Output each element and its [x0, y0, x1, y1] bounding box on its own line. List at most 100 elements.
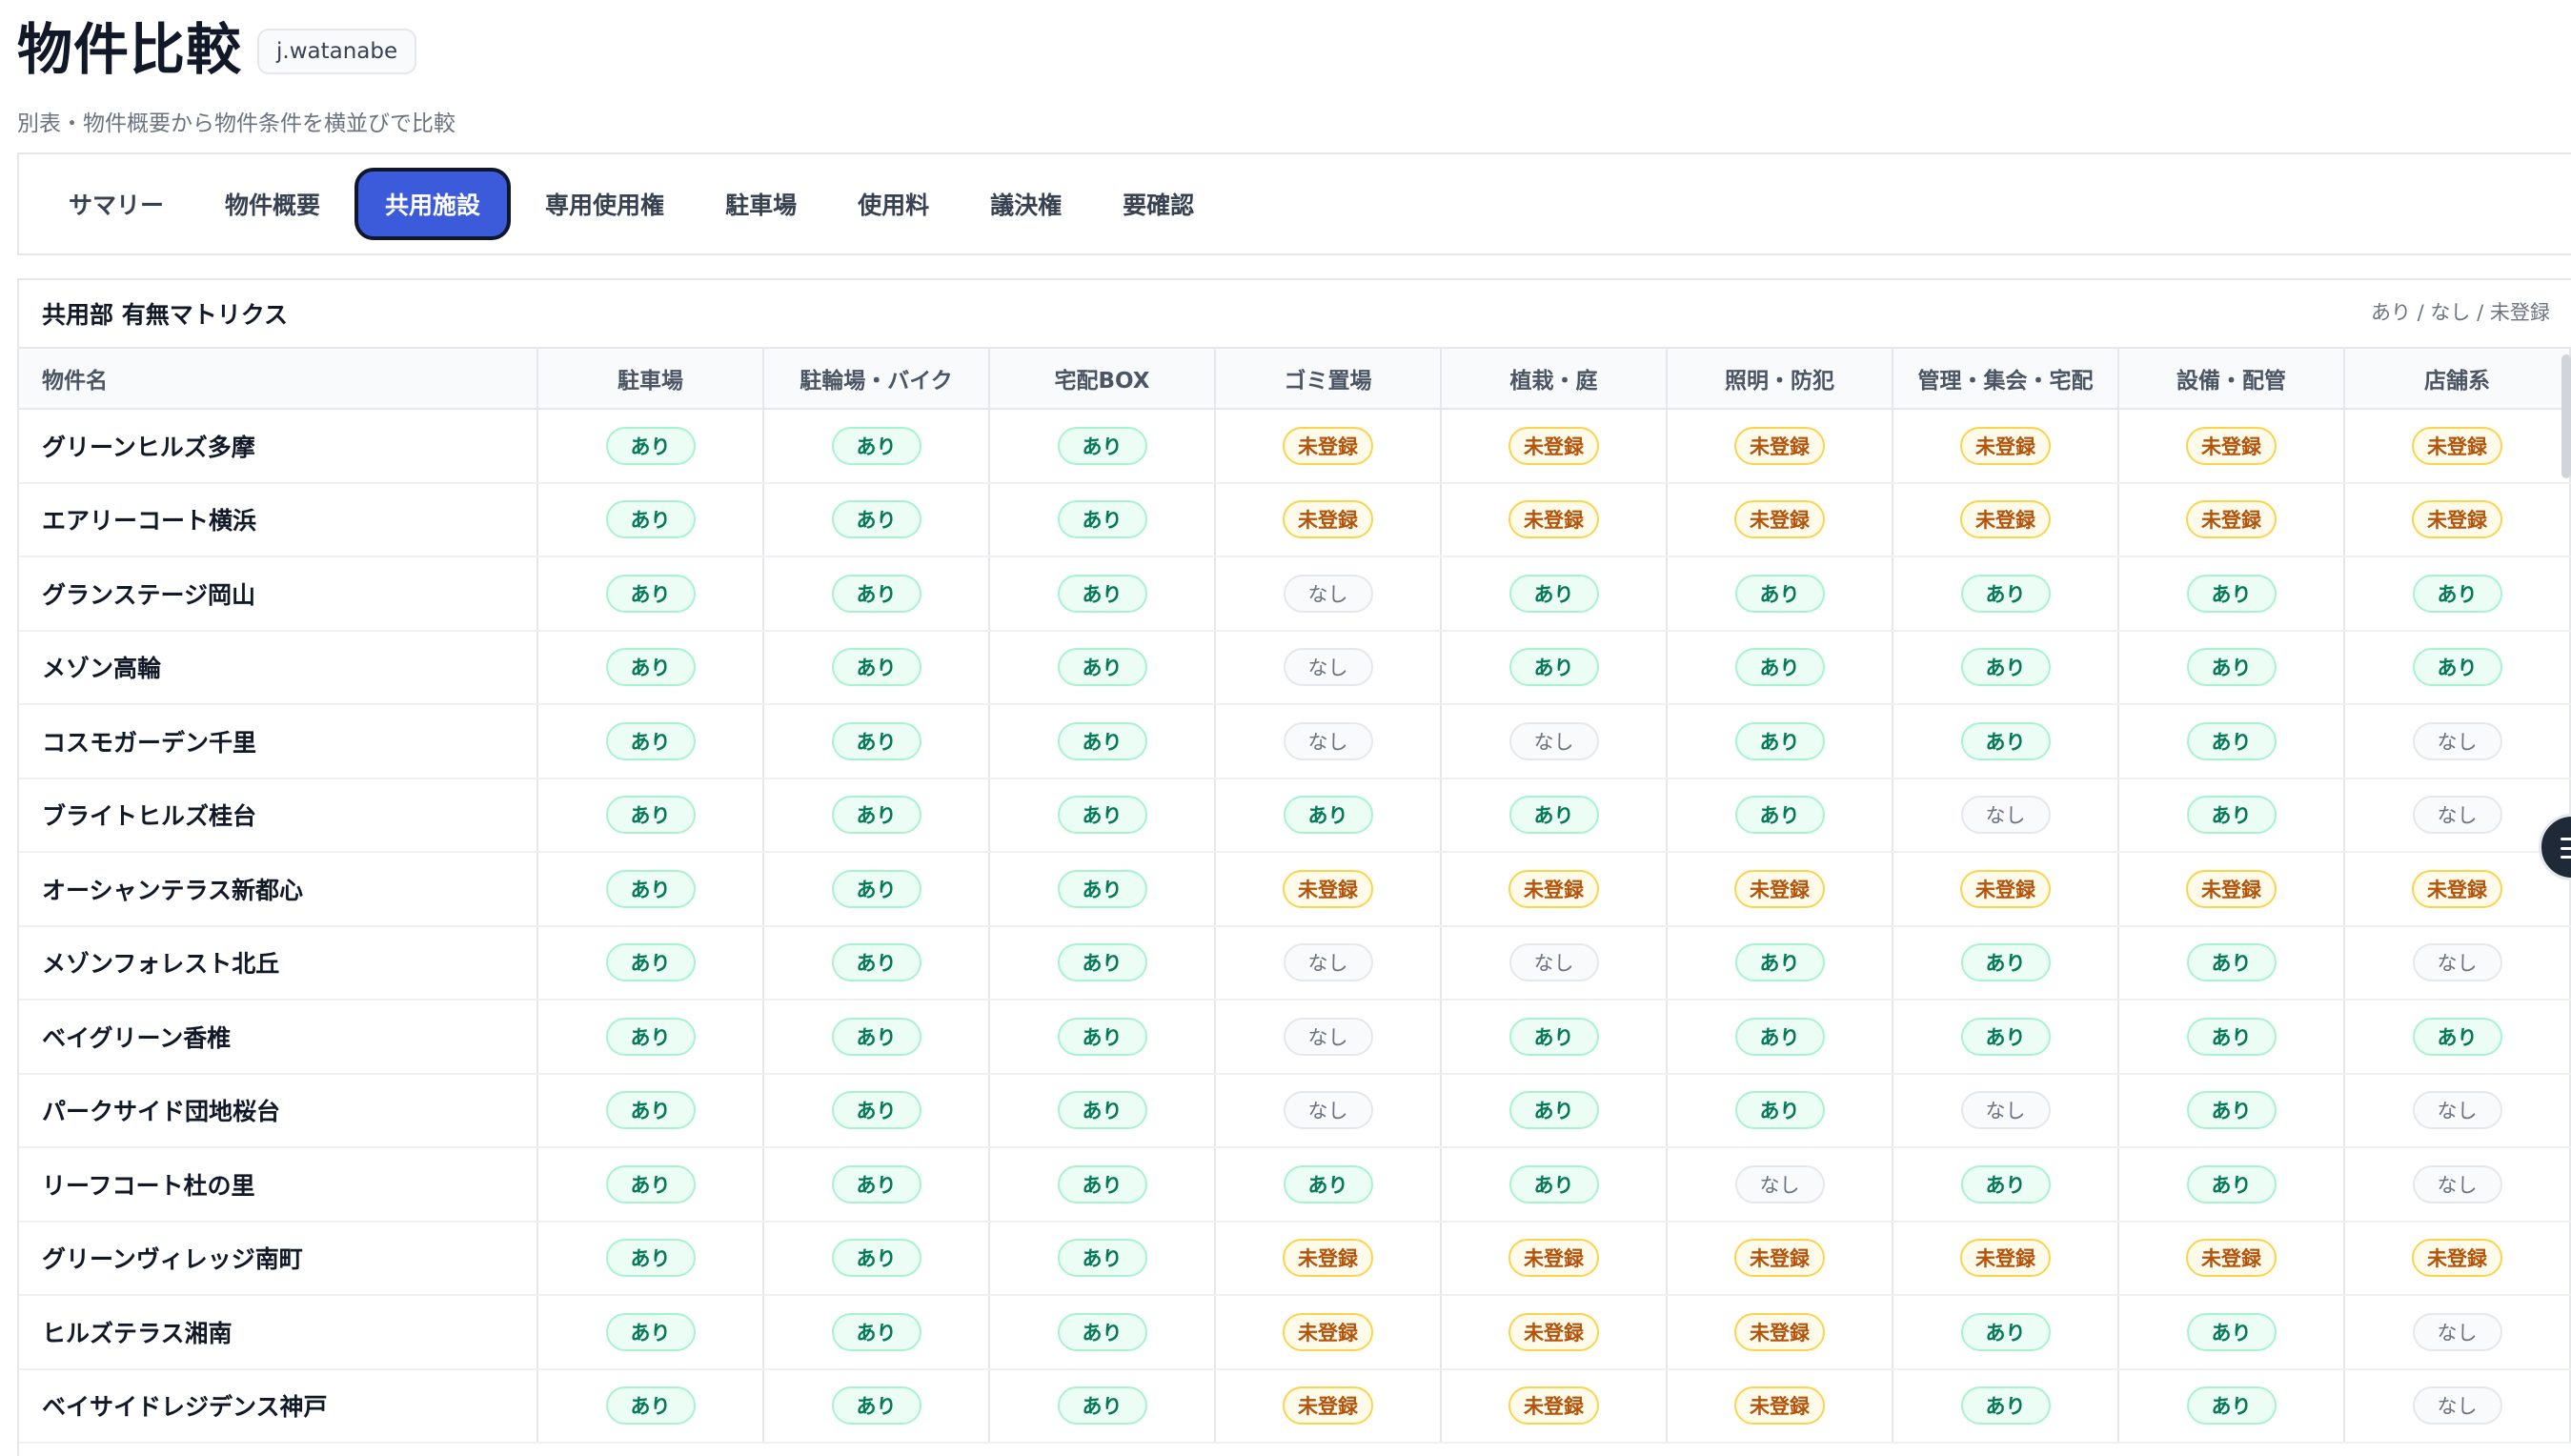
matrix-cell: 未登録 [1441, 1295, 1668, 1370]
status-badge: 未登録 [1283, 1239, 1373, 1278]
status-badge: なし [1283, 943, 1373, 982]
table-row[interactable]: ベイサイドレジデンス神戸 あり あり あり 未登録 未登録 未登録 あり あり なし [19, 1368, 2571, 1444]
column-header-parking[interactable]: 駐車場 [537, 347, 764, 410]
status-badge: 未登録 [2186, 426, 2277, 465]
matrix-cell: あり [989, 778, 1216, 853]
matrix-cell: あり [2344, 630, 2571, 705]
status-badge: あり [2186, 648, 2277, 687]
column-header-property-name[interactable]: 物件名 [19, 347, 538, 410]
matrix-legend: あり / なし / 未登録 [2371, 301, 2550, 324]
matrix-cell: あり [1441, 1147, 1668, 1223]
column-header-delivery-box[interactable]: 宅配BOX [989, 347, 1216, 410]
table-row[interactable]: ヒルズテラス湘南 あり あり あり 未登録 未登録 未登録 あり あり なし [19, 1295, 2571, 1370]
matrix-cell: あり [537, 1073, 764, 1148]
column-header-management[interactable]: 管理・集会・宅配 [1893, 347, 2119, 410]
status-badge: あり [1057, 943, 1147, 982]
tab-usage-fees[interactable]: 使用料 [831, 168, 956, 240]
matrix-cell: 未登録 [1667, 1295, 1893, 1370]
facility-matrix-table: 物件名 駐車場 駐輪場・バイク 宅配BOX ゴミ置場 植栽・庭 照明・防犯 管理… [19, 347, 2571, 1444]
status-badge: なし [1960, 796, 2051, 835]
status-badge: 未登録 [2412, 869, 2502, 908]
table-row[interactable]: グリーンヴィレッジ南町 あり あり あり 未登録 未登録 未登録 未登録 未登録 未登録 [19, 1221, 2571, 1296]
table-row[interactable]: リーフコート杜の里 あり あり あり あり あり なし あり あり なし [19, 1147, 2571, 1223]
table-row[interactable]: メゾンフォレスト北丘 あり あり あり なし なし あり あり あり なし [19, 925, 2571, 1001]
status-badge: なし [2412, 1312, 2502, 1351]
matrix-cell: あり [1441, 556, 1668, 632]
matrix-cell: あり [537, 1368, 764, 1444]
matrix-cell: 未登録 [1667, 482, 1893, 557]
property-name-cell: オーシャンテラス新都心 [19, 852, 538, 927]
matrix-cell: あり [537, 630, 764, 705]
tab-exclusive-use[interactable]: 専用使用権 [518, 168, 691, 240]
column-header-equipment[interactable]: 設備・配管 [2118, 347, 2345, 410]
matrix-cell: あり [1667, 704, 1893, 779]
status-badge: あり [605, 648, 696, 687]
matrix-cell: あり [537, 1295, 764, 1370]
tab-voting-rights[interactable]: 議決権 [963, 168, 1088, 240]
column-header-bicycle-bike[interactable]: 駐輪場・バイク [763, 347, 990, 410]
status-badge: なし [2412, 721, 2502, 760]
matrix-cell: あり [1215, 1147, 1442, 1223]
table-row[interactable]: メゾン高輪 あり あり あり なし あり あり あり あり あり [19, 630, 2571, 705]
status-badge: あり [2186, 1091, 2277, 1130]
status-badge: 未登録 [1508, 1312, 1599, 1351]
table-row[interactable]: ブライトヒルズ桂台 あり あり あり あり あり あり なし あり なし [19, 778, 2571, 853]
status-badge: あり [605, 1164, 696, 1203]
vertical-scrollbar[interactable] [2561, 354, 2571, 478]
table-row[interactable]: グランステージ岡山 あり あり あり なし あり あり あり あり あり [19, 556, 2571, 632]
status-badge: 未登録 [1508, 1239, 1599, 1278]
status-badge: あり [2412, 1017, 2502, 1056]
matrix-cell: あり [1893, 1295, 2119, 1370]
table-row[interactable]: パークサイド団地桜台 あり あり あり なし あり あり なし あり なし [19, 1073, 2571, 1148]
matrix-cell: 未登録 [1441, 1368, 1668, 1444]
matrix-cell: あり [1893, 1368, 2119, 1444]
matrix-cell: あり [1667, 1073, 1893, 1148]
status-badge: あり [2186, 1386, 2277, 1426]
table-row[interactable]: コスモガーデン千里 あり あり あり なし なし あり あり あり なし [19, 704, 2571, 779]
matrix-cell: あり [1893, 630, 2119, 705]
status-badge: あり [605, 1312, 696, 1351]
status-badge: なし [1283, 648, 1373, 687]
property-name-cell: グリーンヴィレッジ南町 [19, 1221, 538, 1296]
status-badge: あり [831, 1091, 921, 1130]
matrix-cell: あり [1667, 556, 1893, 632]
tab-property-overview[interactable]: 物件概要 [198, 168, 347, 240]
status-badge: なし [1283, 1017, 1373, 1056]
tab-common-facilities[interactable]: 共用施設 [354, 168, 512, 240]
matrix-cell: 未登録 [1667, 1221, 1893, 1296]
tab-needs-review[interactable]: 要確認 [1096, 168, 1221, 240]
status-badge: あり [1508, 648, 1599, 687]
column-header-lighting-security[interactable]: 照明・防犯 [1667, 347, 1893, 410]
column-header-garbage[interactable]: ゴミ置場 [1215, 347, 1442, 410]
matrix-cell: なし [2344, 925, 2571, 1001]
matrix-cell: あり [763, 704, 990, 779]
status-badge: あり [1057, 796, 1147, 835]
status-badge: あり [605, 1091, 696, 1130]
matrix-cell: あり [1441, 778, 1668, 853]
status-badge: 未登録 [1960, 869, 2051, 908]
matrix-cell: なし [1215, 1073, 1442, 1148]
matrix-cell: あり [2344, 556, 2571, 632]
matrix-cell: あり [1441, 1073, 1668, 1148]
status-badge: なし [2412, 1091, 2502, 1130]
matrix-cell: あり [537, 704, 764, 779]
column-header-garden[interactable]: 植栽・庭 [1441, 347, 1668, 410]
table-row[interactable]: エアリーコート横浜 あり あり あり 未登録 未登録 未登録 未登録 未登録 未登録 [19, 482, 2571, 557]
matrix-cell: あり [537, 925, 764, 1001]
status-badge: 未登録 [1283, 1312, 1373, 1351]
matrix-cell: あり [989, 1368, 1216, 1444]
column-header-shops[interactable]: 店舗系 [2344, 347, 2571, 410]
table-row[interactable]: ベイグリーン香椎 あり あり あり なし あり あり あり あり あり [19, 1000, 2571, 1075]
matrix-cell: あり [989, 630, 1216, 705]
matrix-cell: 未登録 [2118, 409, 2345, 484]
matrix-cell: 未登録 [2118, 482, 2345, 557]
status-badge: あり [2412, 648, 2502, 687]
table-row[interactable]: オーシャンテラス新都心 あり あり あり 未登録 未登録 未登録 未登録 未登録 未登録 [19, 852, 2571, 927]
matrix-cell: 未登録 [1441, 409, 1668, 484]
table-row[interactable]: グリーンヒルズ多摩 あり あり あり 未登録 未登録 未登録 未登録 未登録 未登録 [19, 409, 2571, 484]
tab-parking[interactable]: 駐車場 [698, 168, 823, 240]
status-badge: なし [1283, 574, 1373, 613]
matrix-cell: あり [1441, 630, 1668, 705]
menu-icon [2561, 838, 2571, 859]
tab-summary[interactable]: サマリー [42, 168, 191, 240]
